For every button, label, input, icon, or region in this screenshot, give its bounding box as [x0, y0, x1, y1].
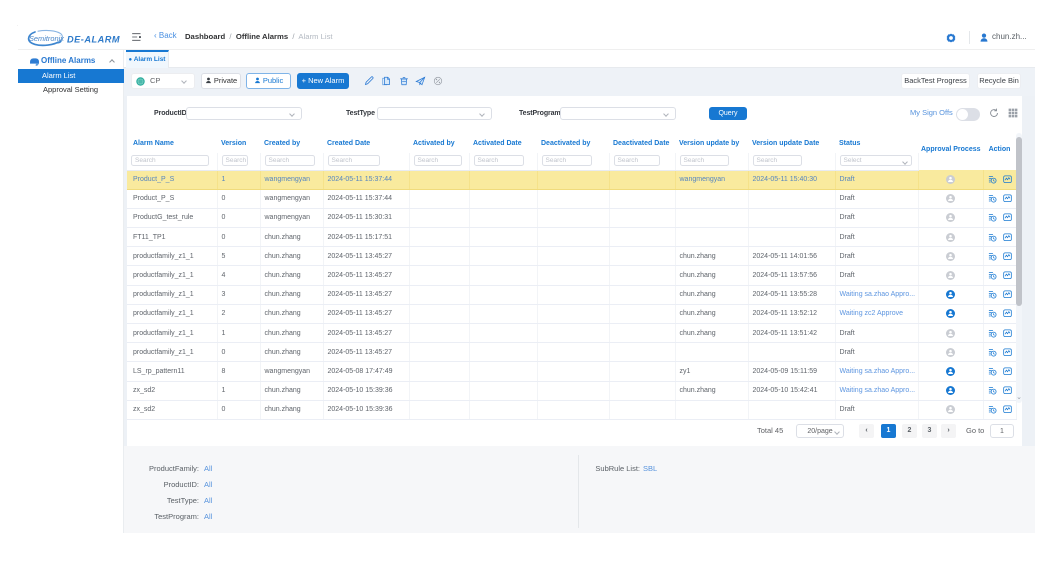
- svg-text:DE-ALARM: DE-ALARM: [67, 35, 120, 45]
- svg-text:Semitronix: Semitronix: [29, 34, 64, 43]
